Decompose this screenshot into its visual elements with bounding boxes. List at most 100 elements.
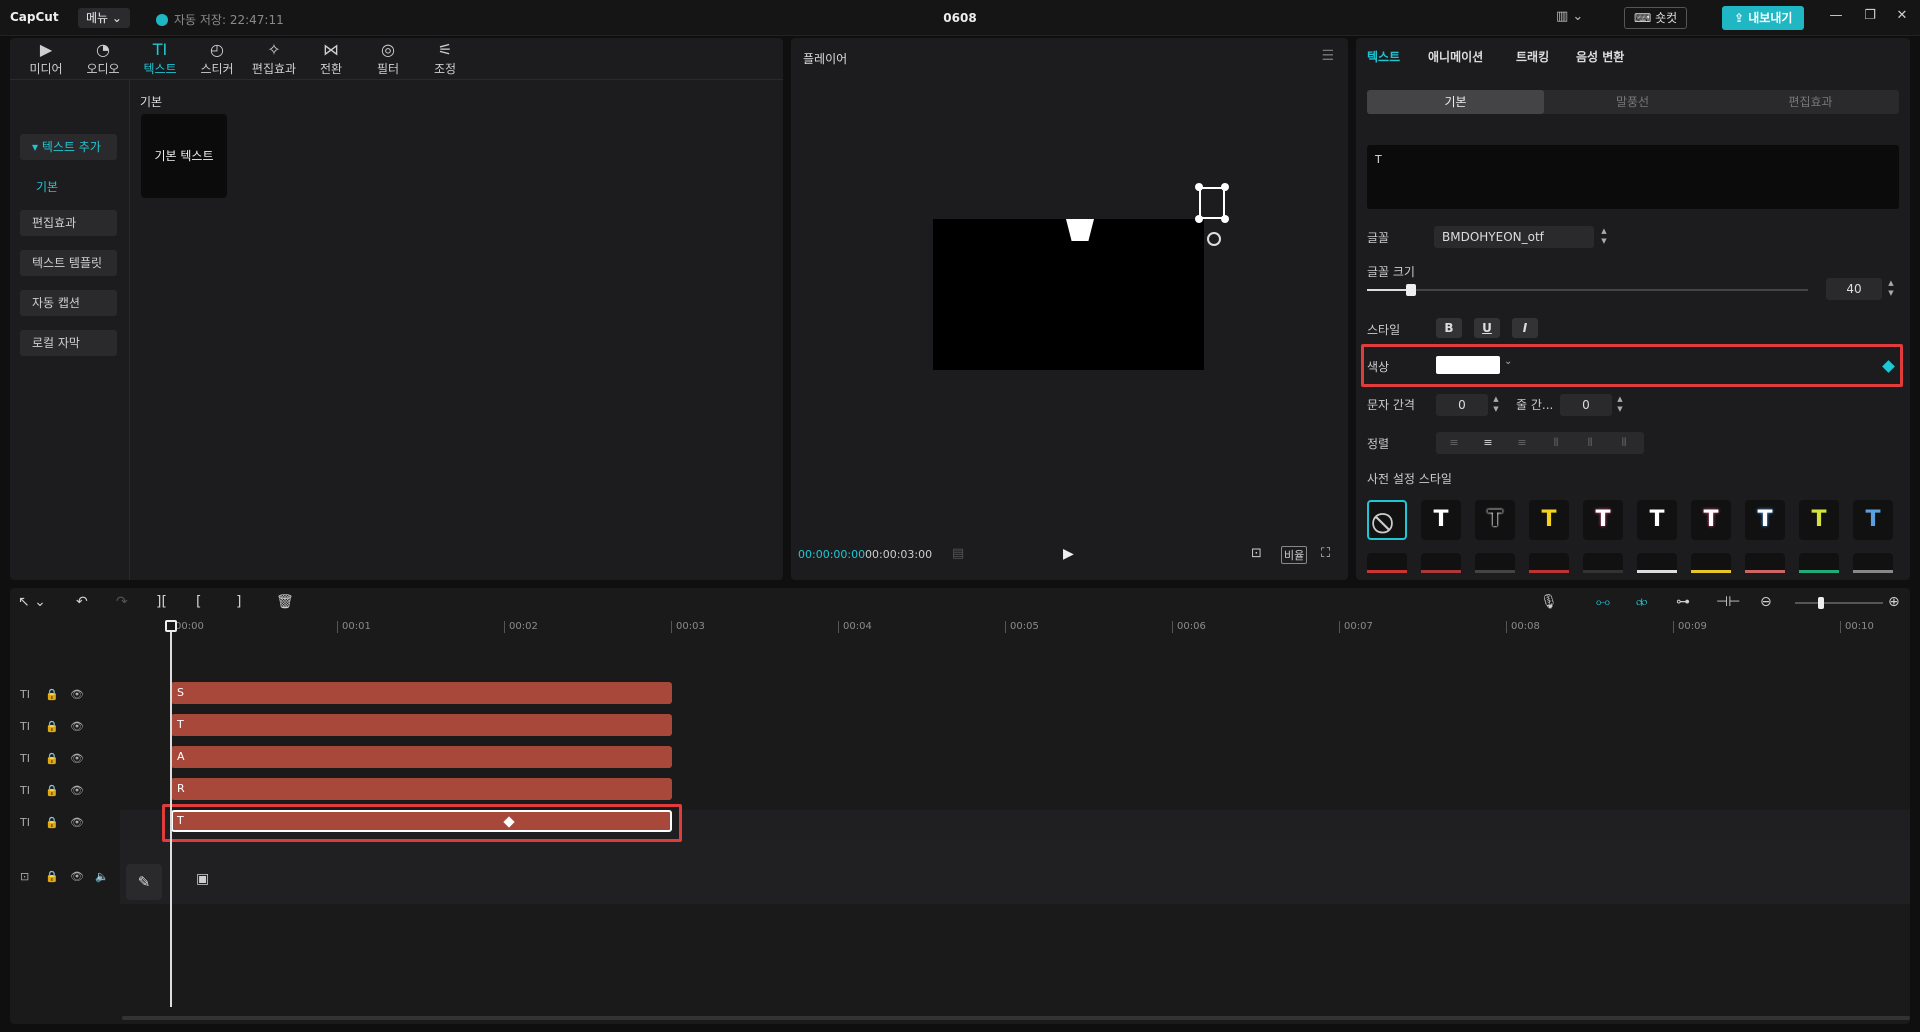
menu-icon[interactable]: ☰ [1321,48,1334,64]
menu-button[interactable]: 메뉴 ⌄ [78,8,130,28]
lock-icon[interactable]: 🔒 [45,720,59,733]
text-clip[interactable]: R [171,778,672,800]
preset-style[interactable]: T [1475,500,1515,540]
lock-icon[interactable]: 🔒 [45,816,59,829]
minimize-button[interactable]: — [1824,8,1848,28]
horizontal-scrollbar[interactable] [122,1016,1910,1020]
nav-local-subtitle[interactable]: 로컬 자막 [20,330,117,356]
preset-style[interactable] [1853,553,1893,573]
timecode-icon[interactable]: ▤ [952,546,964,561]
slider-handle[interactable] [1818,597,1825,609]
tab-tracking[interactable]: 트래킹 [1516,48,1549,65]
eye-icon[interactable]: 👁 [70,752,84,765]
selection-box[interactable] [1199,187,1225,219]
time-ruler[interactable]: 00:00 00:01 00:02 00:03 00:04 00:05 00:06 00:07… [170,618,1910,636]
resize-handle[interactable] [1221,183,1229,191]
trim-left-icon[interactable]: [ [196,594,201,610]
align-top-icon[interactable]: ⦀ [1544,435,1568,451]
text-clip[interactable]: T [171,714,672,736]
undo-icon[interactable]: ↶ [76,594,88,610]
align-middle-icon[interactable]: ⦀ [1578,435,1602,451]
seg-bubble[interactable]: 말풍선 [1544,90,1721,114]
tab-filter[interactable]: ◎ 필터 [360,40,416,77]
letter-spacing-input[interactable]: 0 [1436,394,1488,416]
redo-icon[interactable]: ↷ [116,594,128,610]
ratio-button[interactable]: 비율 [1281,546,1308,564]
align-bottom-icon[interactable]: ⦀ [1612,435,1636,451]
seg-basic[interactable]: 기본 [1367,90,1544,114]
preset-style[interactable]: T [1421,500,1461,540]
preset-none-icon[interactable]: ⃠ [1367,500,1407,540]
preset-style[interactable] [1691,553,1731,573]
tab-animation[interactable]: 애니메이션 [1428,48,1483,65]
zoom-in-icon[interactable]: ⊕ [1888,594,1900,610]
tab-text[interactable]: TI 텍스트 [132,40,188,77]
nav-auto-captions[interactable]: 자동 캡션 [20,290,117,316]
preview-canvas[interactable] [933,219,1204,370]
cover-edit-icon[interactable]: ✎ [126,864,162,900]
nav-template[interactable]: 텍스트 템플릿 [20,250,117,276]
spinner-icon[interactable]: ▲ ▼ [1886,278,1896,300]
playhead-handle[interactable] [165,620,177,632]
export-button[interactable]: ⇪ 내보내기 [1722,6,1805,30]
play-icon[interactable]: ▶ [1063,546,1074,562]
font-size-slider[interactable] [1367,284,1808,296]
lock-icon[interactable]: 🔒 [45,752,59,765]
tab-adjust[interactable]: ⚟ 조정 [417,40,473,77]
preset-style[interactable]: T [1853,500,1893,540]
text-clip[interactable]: S [171,682,672,704]
preset-style[interactable] [1637,553,1677,573]
playhead[interactable] [170,622,172,1007]
preset-style[interactable] [1475,553,1515,573]
preview-axis-icon[interactable]: ⊣⊢ [1716,594,1740,610]
underline-button[interactable]: U [1474,318,1500,338]
preset-style[interactable] [1745,553,1785,573]
tab-voice[interactable]: 음성 변환 [1576,48,1624,65]
preset-style[interactable]: T [1529,500,1569,540]
preset-style[interactable] [1421,553,1461,573]
line-spacing-input[interactable]: 0 [1560,394,1612,416]
shortcut-button[interactable]: ⌨ 숏컷 [1624,7,1688,29]
eye-icon[interactable]: 👁 [70,784,84,797]
mute-icon[interactable]: 🔈 [95,870,109,883]
tab-media[interactable]: ▶ 미디어 [18,40,74,77]
fullscreen-icon[interactable]: ⛶ [1321,546,1330,561]
cover-frame-icon[interactable]: ⊡ [20,870,29,883]
font-select[interactable]: BMDOHYEON_otf [1434,226,1594,248]
microphone-icon[interactable]: 🎙 [1540,594,1558,610]
spinner-icon[interactable]: ▲ ▼ [1615,394,1625,416]
preset-style[interactable]: T [1637,500,1677,540]
resize-handle[interactable] [1195,183,1203,191]
eye-icon[interactable]: 👁 [70,720,84,733]
lock-icon[interactable]: 🔒 [45,688,59,701]
split-icon[interactable]: ][ [156,594,167,610]
rotate-icon[interactable] [1207,232,1221,246]
tab-audio[interactable]: ◔ 오디오 [75,40,131,77]
bold-button[interactable]: B [1436,318,1462,338]
trim-right-icon[interactable]: ] [236,594,241,610]
tab-text-props[interactable]: 텍스트 [1367,48,1400,65]
seg-effects[interactable]: 편집효과 [1722,90,1899,114]
auto-snap-icon[interactable]: ⧞ [1636,594,1647,610]
preset-style[interactable]: T [1745,500,1785,540]
default-text-card[interactable]: 기본 텍스트 [141,114,227,198]
maximize-button[interactable]: ❐ [1858,8,1882,28]
preset-style[interactable] [1367,553,1407,573]
zoom-slider[interactable] [1795,597,1883,609]
slider-handle[interactable] [1406,284,1417,296]
eye-icon[interactable]: 👁 [70,870,84,883]
link-icon[interactable]: ⊶ [1676,594,1690,610]
text-clip[interactable]: A [171,746,672,768]
italic-button[interactable]: I [1512,318,1538,338]
tab-transition[interactable]: ⋈ 전환 [303,40,359,77]
spinner-icon[interactable]: ▲ ▼ [1599,226,1609,248]
text-input[interactable]: T [1367,145,1899,209]
eye-icon[interactable]: 👁 [70,816,84,829]
lock-icon[interactable]: 🔒 [45,870,59,883]
nav-effects[interactable]: 편집효과 [20,210,117,236]
resize-handle[interactable] [1221,215,1229,223]
resize-handle[interactable] [1195,215,1203,223]
select-tool-icon[interactable]: ↖ ⌄ [18,594,46,610]
tab-effects[interactable]: ✧ 편집효과 [246,40,302,77]
lock-icon[interactable]: 🔒 [45,784,59,797]
